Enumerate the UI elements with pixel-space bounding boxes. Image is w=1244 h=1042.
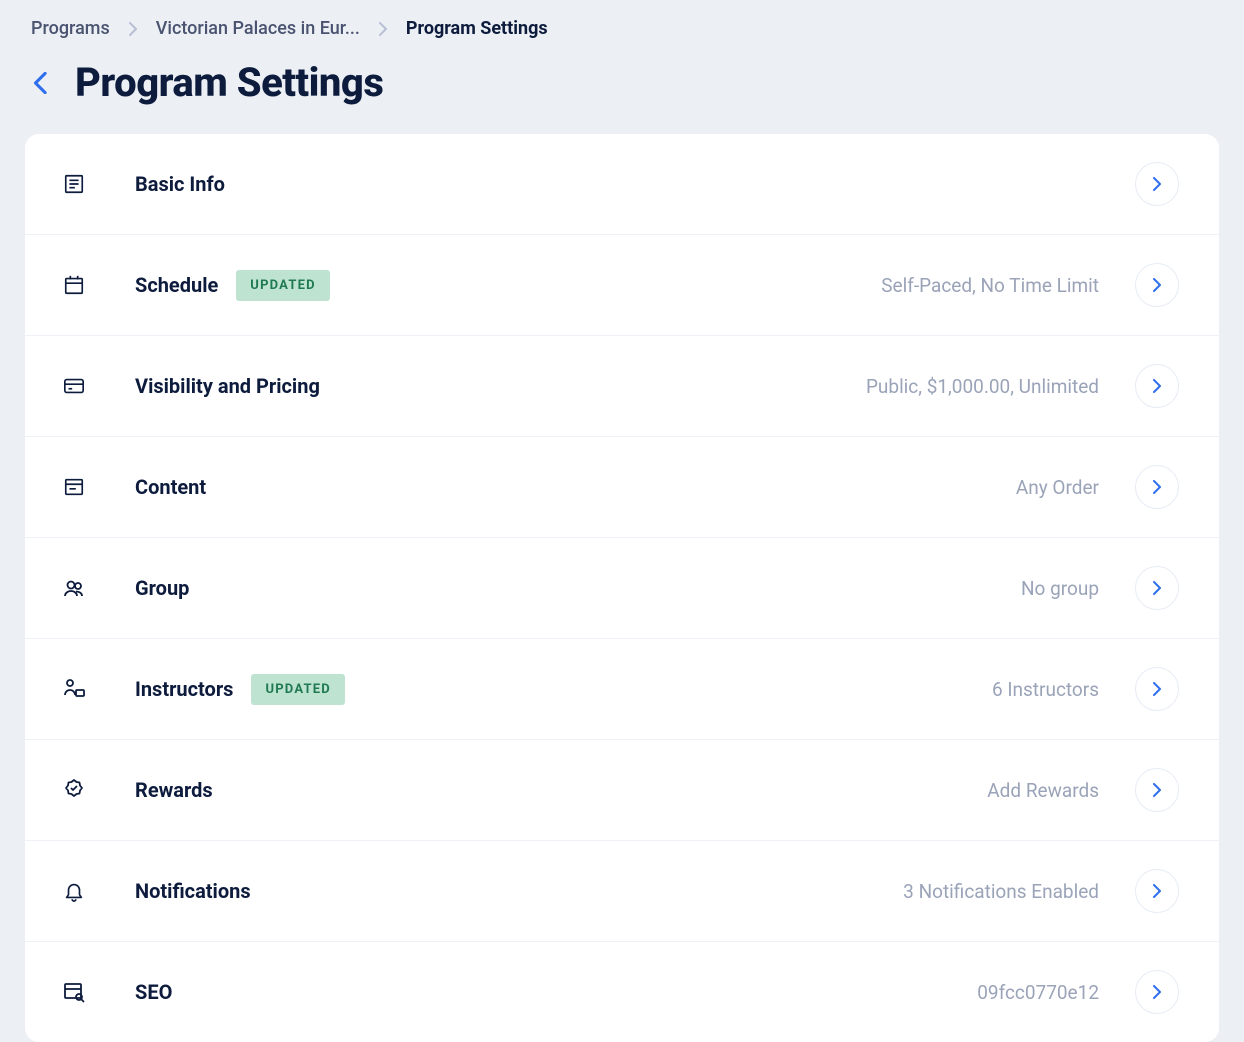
row-title: Visibility and Pricing	[135, 374, 320, 398]
breadcrumb-programs[interactable]: Programs	[31, 18, 110, 39]
chevron-right-icon[interactable]	[1135, 162, 1179, 206]
row-title: Content	[135, 475, 206, 499]
row-schedule[interactable]: Schedule UPDATED Self-Paced, No Time Lim…	[25, 235, 1219, 336]
row-title: Schedule	[135, 273, 218, 297]
row-description: Any Order	[1016, 476, 1099, 499]
row-rewards[interactable]: Rewards Add Rewards	[25, 740, 1219, 841]
chevron-right-icon	[378, 22, 388, 36]
row-title: Basic Info	[135, 172, 225, 196]
row-title: Notifications	[135, 879, 251, 903]
chevron-right-icon[interactable]	[1135, 869, 1179, 913]
chevron-right-icon[interactable]	[1135, 364, 1179, 408]
breadcrumb-current: Program Settings	[406, 18, 548, 39]
instructor-icon	[61, 676, 87, 702]
breadcrumb: Programs Victorian Palaces in Eur... Pro…	[31, 18, 1219, 39]
row-description: 09fcc0770e12	[977, 981, 1099, 1004]
row-description: Public, $1,000.00, Unlimited	[866, 375, 1099, 398]
badge-icon	[61, 777, 87, 803]
chevron-right-icon[interactable]	[1135, 667, 1179, 711]
layout-icon	[61, 474, 87, 500]
row-notifications[interactable]: Notifications 3 Notifications Enabled	[25, 841, 1219, 942]
row-description: No group	[1021, 577, 1099, 600]
chevron-right-icon[interactable]	[1135, 263, 1179, 307]
row-content[interactable]: Content Any Order	[25, 437, 1219, 538]
row-description: 6 Instructors	[992, 678, 1099, 701]
row-visibility-pricing[interactable]: Visibility and Pricing Public, $1,000.00…	[25, 336, 1219, 437]
row-description: Self-Paced, No Time Limit	[881, 274, 1099, 297]
row-description: 3 Notifications Enabled	[903, 880, 1099, 903]
chevron-right-icon[interactable]	[1135, 768, 1179, 812]
search-page-icon	[61, 979, 87, 1005]
row-instructors[interactable]: Instructors UPDATED 6 Instructors	[25, 639, 1219, 740]
page-title: Program Settings	[75, 59, 383, 106]
row-seo[interactable]: SEO 09fcc0770e12	[25, 942, 1219, 1042]
settings-list: Basic Info Schedule UPDATED Self-Paced, …	[25, 134, 1219, 1042]
breadcrumb-program-name[interactable]: Victorian Palaces in Eur...	[156, 18, 360, 39]
updated-badge: UPDATED	[236, 270, 329, 301]
bell-icon	[61, 878, 87, 904]
row-description: Add Rewards	[987, 779, 1099, 802]
row-title: Rewards	[135, 778, 213, 802]
group-icon	[61, 575, 87, 601]
chevron-right-icon	[128, 22, 138, 36]
page-header: Program Settings	[27, 59, 1219, 106]
updated-badge: UPDATED	[251, 674, 344, 705]
row-title: Instructors	[135, 677, 233, 701]
document-icon	[61, 171, 87, 197]
chevron-right-icon[interactable]	[1135, 465, 1179, 509]
back-button[interactable]	[27, 69, 55, 97]
credit-card-icon	[61, 373, 87, 399]
row-title: Group	[135, 576, 189, 600]
row-title: SEO	[135, 980, 172, 1004]
chevron-right-icon[interactable]	[1135, 970, 1179, 1014]
row-basic-info[interactable]: Basic Info	[25, 134, 1219, 235]
calendar-icon	[61, 272, 87, 298]
chevron-right-icon[interactable]	[1135, 566, 1179, 610]
row-group[interactable]: Group No group	[25, 538, 1219, 639]
